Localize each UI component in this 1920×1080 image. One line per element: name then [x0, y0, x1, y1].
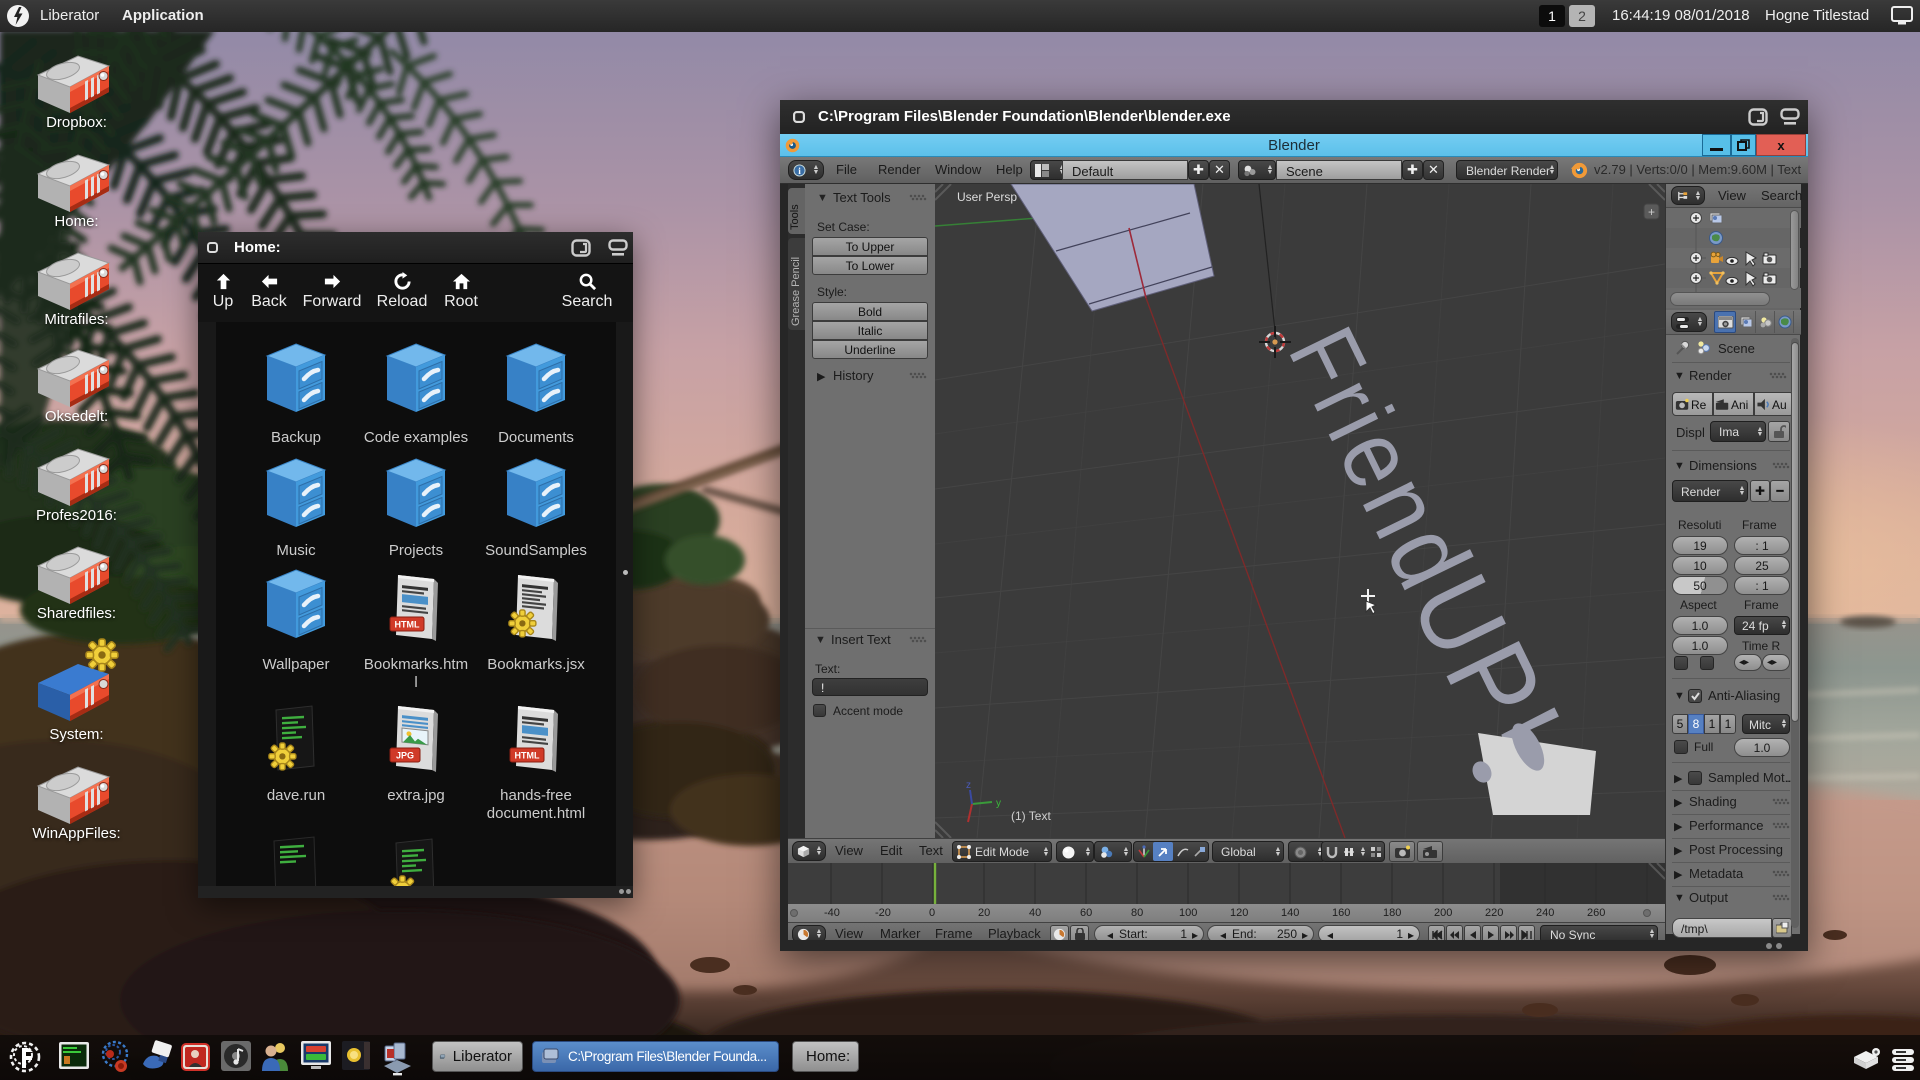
svg-text:FriendUP!: FriendUP! — [1263, 302, 1588, 779]
svg-text:i: i — [798, 167, 801, 177]
svg-text:y: y — [996, 798, 1001, 809]
svg-text:User Persp: User Persp — [957, 190, 1017, 204]
svg-text:+: + — [1648, 205, 1655, 219]
svg-text:z: z — [966, 780, 971, 791]
svg-text:(1) Text: (1) Text — [1011, 809, 1051, 823]
